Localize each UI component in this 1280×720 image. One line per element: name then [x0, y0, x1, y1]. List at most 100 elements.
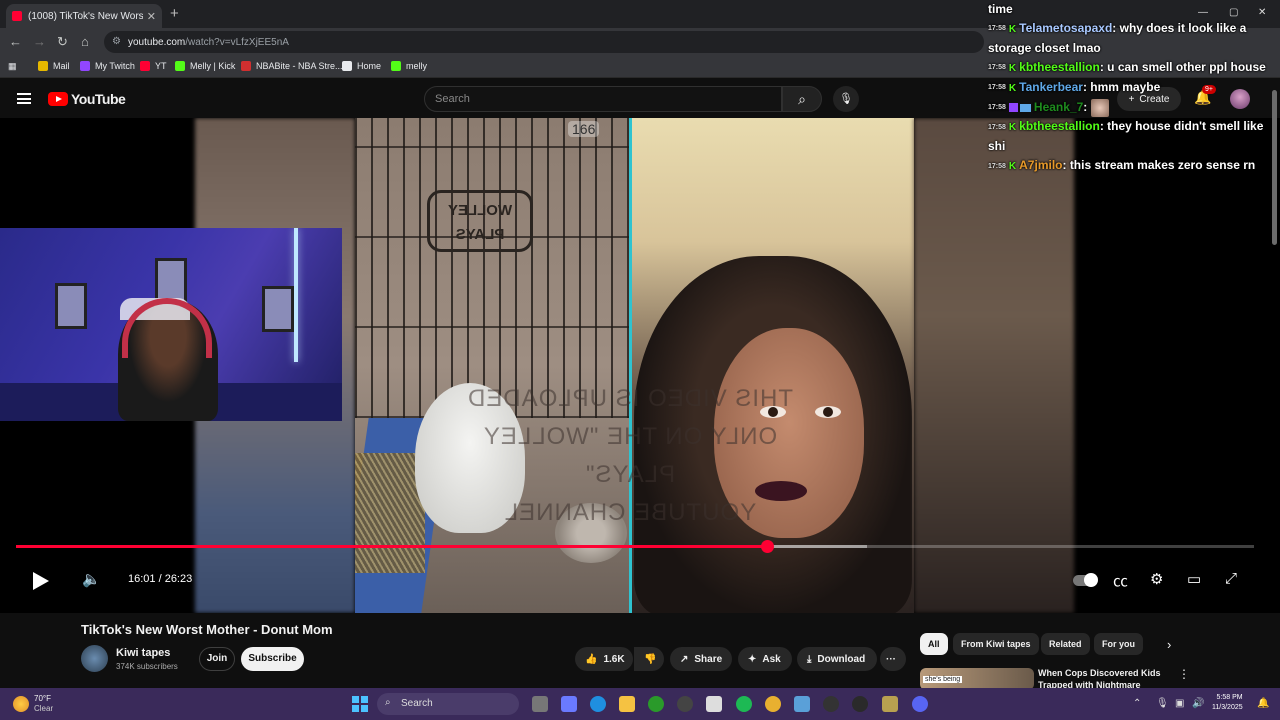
- chat-timestamp: 17:58: [988, 64, 1006, 72]
- sparkle-icon: ✦: [748, 653, 757, 665]
- game-icon[interactable]: [882, 696, 898, 712]
- new-tab-button[interactable]: +: [170, 5, 179, 22]
- twitch-badge-icon: [1008, 103, 1018, 113]
- system-clock[interactable]: 5:58 PM 11/3/2025: [1212, 693, 1243, 713]
- notification-bell-icon[interactable]: 🔔: [1257, 698, 1269, 709]
- search-input[interactable]: Search: [424, 86, 782, 112]
- bookmark-mail[interactable]: Mail: [38, 61, 70, 71]
- ask-button[interactable]: ✦ Ask: [738, 647, 792, 671]
- chat-username[interactable]: kbtheestallion: [1019, 60, 1100, 74]
- media-player-icon[interactable]: [823, 696, 839, 712]
- microphone-icon: 🎙: [839, 93, 853, 105]
- fullscreen-icon[interactable]: ⤢: [1225, 570, 1237, 587]
- autoplay-toggle[interactable]: [1073, 573, 1098, 587]
- more-actions-button[interactable]: ···: [880, 647, 906, 671]
- voice-search-button[interactable]: 🎙: [833, 86, 859, 112]
- chat-timestamp: 17:58: [988, 25, 1006, 33]
- subscribe-button[interactable]: Subscribe: [241, 647, 304, 671]
- apps-grid-icon[interactable]: ▦: [8, 61, 17, 72]
- task-view-icon[interactable]: [532, 696, 548, 712]
- wall-poster: [262, 286, 294, 332]
- mail-icon: [38, 61, 48, 71]
- tab-title: (1008) TikTok's New Worst Mot: [28, 10, 143, 22]
- page-scrollbar[interactable]: [1272, 90, 1277, 245]
- recommendation-menu-icon[interactable]: ⋮: [1178, 667, 1190, 681]
- chip-from-channel[interactable]: From Kiwi tapes: [953, 633, 1039, 655]
- url-host: youtube.com: [128, 36, 186, 48]
- chrome-icon[interactable]: [765, 696, 781, 712]
- store-icon[interactable]: [706, 696, 722, 712]
- play-icon[interactable]: [33, 572, 49, 590]
- video-player[interactable]: WOLLEY PLAYS 166 THIS VIDEO IS UPLOADED …: [0, 118, 1280, 613]
- chip-for-you[interactable]: For you: [1094, 633, 1143, 655]
- dislike-button[interactable]: 👎: [634, 647, 664, 671]
- join-button[interactable]: Join: [199, 647, 235, 671]
- bookmark-nbabite[interactable]: NBABite - NBA Stre...: [241, 61, 343, 71]
- chat-username[interactable]: Telametosapaxd: [1019, 21, 1112, 35]
- microphone-icon[interactable]: 🎙: [1156, 698, 1169, 709]
- settings-gear-icon[interactable]: ⚙: [1150, 570, 1163, 588]
- channel-avatar[interactable]: [81, 645, 108, 672]
- bookmark-home[interactable]: Home: [342, 61, 381, 71]
- video-right-panel-woman: [632, 118, 914, 613]
- back-arrow-icon[interactable]: ←: [9, 34, 22, 49]
- youtube-logo[interactable]: YouTube: [48, 91, 126, 107]
- nbabite-icon: [241, 61, 251, 71]
- share-button[interactable]: ↗ Share: [670, 647, 732, 671]
- download-button[interactable]: ⤓ Download: [797, 647, 877, 671]
- chat-text: : this stream makes zero sense rn: [1062, 158, 1256, 173]
- channel-name[interactable]: Kiwi tapes: [116, 647, 170, 659]
- url-field[interactable]: ⚙ youtube.com/watch?v=vLfzXjEE5nA: [104, 31, 984, 53]
- chat-username[interactable]: kbtheestallion: [1019, 119, 1100, 133]
- channel-subscribers: 374K subscribers: [116, 662, 178, 671]
- chat-message: 17:58 K A7jmilo: this stream makes zero se…: [988, 156, 1280, 176]
- discord-icon[interactable]: [912, 696, 928, 712]
- cage-bars: [355, 118, 631, 418]
- chat-message: 17:58 K Tankerbear: hmm maybe: [988, 78, 1280, 98]
- chevron-up-icon[interactable]: ⌃: [1133, 698, 1141, 709]
- photos-icon[interactable]: [794, 696, 810, 712]
- spotify-icon[interactable]: [736, 696, 752, 712]
- wall-poster: [55, 283, 87, 329]
- theater-mode-icon[interactable]: ▭: [1187, 570, 1201, 588]
- recommendation-thumbnail[interactable]: she's being: [920, 668, 1034, 690]
- menu-hamburger-icon[interactable]: [17, 93, 31, 104]
- chevron-right-icon[interactable]: ›: [1167, 637, 1171, 652]
- volume-icon[interactable]: 🔈: [82, 570, 101, 588]
- chip-related[interactable]: Related: [1041, 633, 1090, 655]
- close-tab-icon[interactable]: ✕: [147, 10, 156, 23]
- browser-tab-youtube[interactable]: (1008) TikTok's New Worst Mot ✕: [6, 4, 162, 28]
- youtube-icon: [140, 61, 150, 71]
- file-explorer-icon[interactable]: [619, 696, 635, 712]
- bookmark-melly[interactable]: melly: [391, 61, 427, 71]
- chat-username[interactable]: Heank_7: [1034, 100, 1083, 114]
- eye-right: [815, 406, 841, 418]
- chat-message: 17:58 K Telametosapaxd: why does it look l…: [988, 19, 1280, 58]
- edge-icon[interactable]: [590, 696, 606, 712]
- search-button[interactable]: ⌕: [782, 86, 822, 112]
- chat-text: : hmm maybe: [1082, 80, 1161, 94]
- bookmark-yt[interactable]: YT: [140, 61, 167, 71]
- site-info-icon[interactable]: ⚙: [112, 36, 121, 47]
- windows-start-icon[interactable]: [352, 696, 368, 712]
- forward-arrow-icon[interactable]: →: [33, 34, 46, 49]
- like-button[interactable]: 👍 1.6K: [575, 647, 633, 671]
- network-icon[interactable]: ▣: [1175, 698, 1184, 709]
- chat-username[interactable]: Tankerbear: [1019, 80, 1083, 94]
- bookmark-melly-kick[interactable]: Melly | Kick: [175, 61, 235, 71]
- reload-icon[interactable]: ↻: [57, 34, 68, 50]
- bookmark-my-twitch[interactable]: My Twitch: [80, 61, 135, 71]
- home-icon[interactable]: ⌂: [81, 34, 89, 49]
- app-icon[interactable]: [852, 696, 868, 712]
- chip-all[interactable]: All: [920, 633, 948, 655]
- copilot-icon[interactable]: [561, 696, 577, 712]
- volume-icon[interactable]: 🔊: [1192, 698, 1204, 709]
- captions-icon[interactable]: ㏄: [1113, 570, 1128, 591]
- recommendation-title[interactable]: When Cops Discovered Kids Trapped with N…: [1038, 667, 1170, 689]
- progress-played: [16, 545, 768, 548]
- chat-username[interactable]: A7jmilo: [1019, 158, 1062, 172]
- taskbar-search[interactable]: ⌕ Search: [377, 693, 519, 715]
- github-icon[interactable]: [677, 696, 693, 712]
- xbox-icon[interactable]: [648, 696, 664, 712]
- kick-badge-icon: K: [1008, 161, 1017, 173]
